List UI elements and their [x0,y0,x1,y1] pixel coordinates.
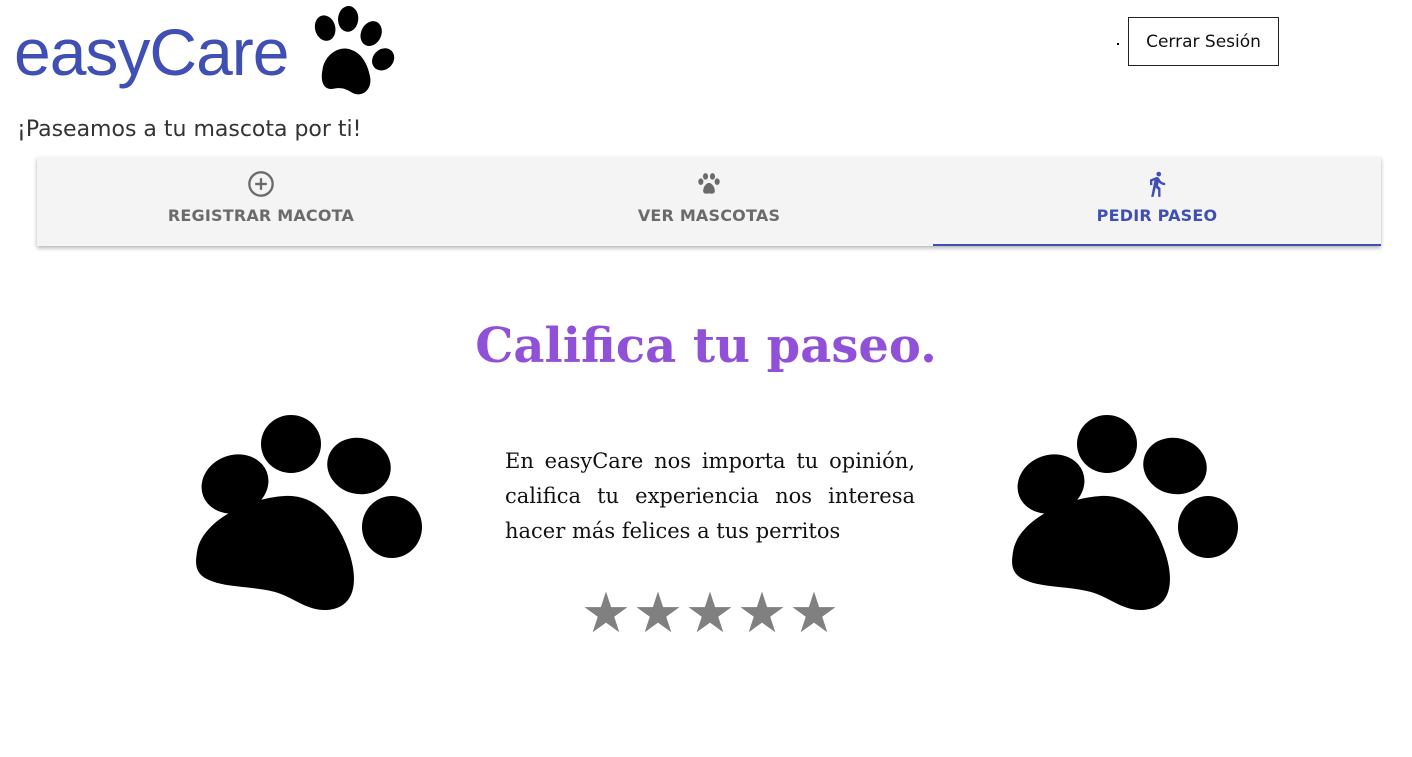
star-rating: ★ ★ ★ ★ ★ [580,586,840,642]
paw-icon [315,6,395,95]
paw-icon [196,415,422,611]
star-1[interactable]: ★ [580,586,632,642]
page-title: Califica tu paseo. [475,318,937,374]
walk-icon [1150,171,1166,197]
star-4[interactable]: ★ [736,586,788,642]
rating-message: En easyCare nos importa tu opinión, cali… [505,449,915,543]
logo-text: easyCare [14,15,289,89]
star-5[interactable]: ★ [788,586,840,642]
tab-label: VER MASCOTAS [637,206,781,225]
star-2[interactable]: ★ [632,586,684,642]
tagline: ¡Paseamos a tu mascota por ti! [17,117,362,142]
paw-icon [698,173,720,194]
paw-icon [1012,415,1238,611]
tab-label: PEDIR PASEO [1096,206,1218,225]
tab-ver-mascotas[interactable]: VER MASCOTAS [485,157,933,246]
tab-bar: REGISTRAR MACOTA VER MASCOTAS PEDIR PASE… [37,157,1381,246]
star-3[interactable]: ★ [684,586,736,642]
tab-registrar-mascota[interactable]: REGISTRAR MACOTA [37,157,485,246]
tab-pedir-paseo[interactable]: PEDIR PASEO [933,157,1381,246]
decorative-dot [1117,43,1119,45]
add-circle-icon [248,171,274,197]
tab-label: REGISTRAR MACOTA [167,206,355,225]
logout-button[interactable]: Cerrar Sesión [1128,17,1279,66]
brand-logo: easyCare [14,2,396,102]
